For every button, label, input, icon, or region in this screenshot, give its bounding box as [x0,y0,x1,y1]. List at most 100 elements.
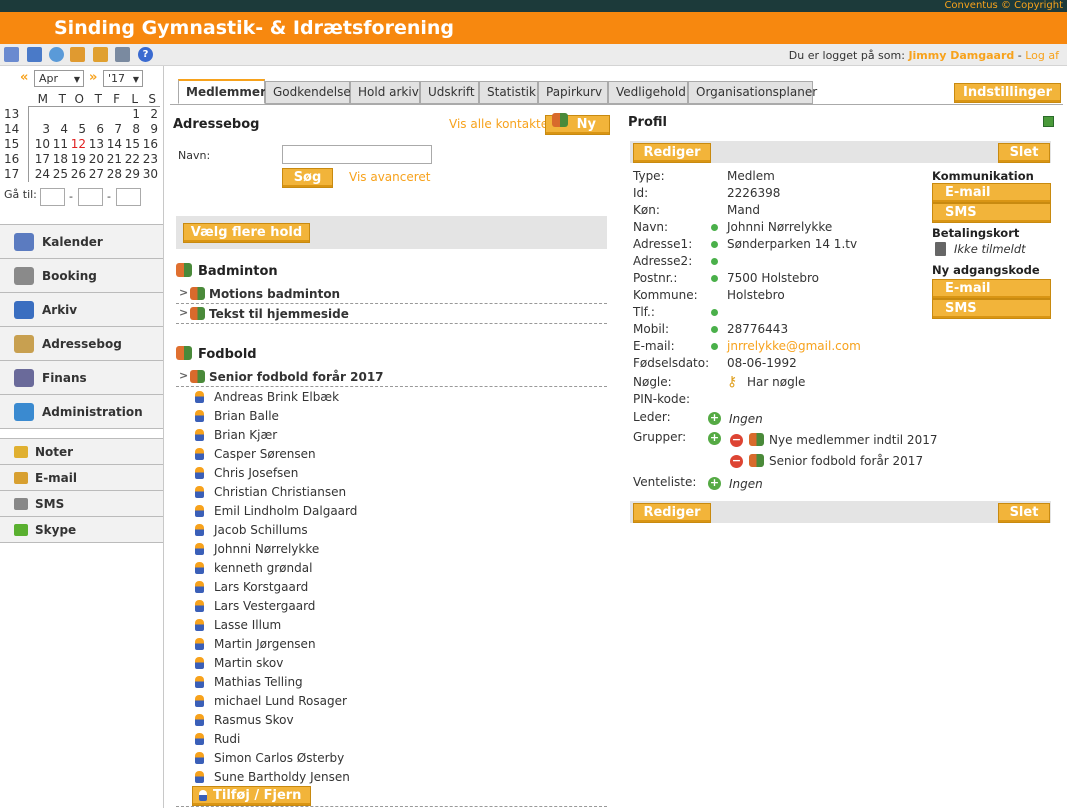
member-item[interactable]: Brian Kjær [192,426,592,445]
nav-item-e-mail[interactable]: E-mail [0,465,163,491]
member-item[interactable]: Simon Carlos Østerby [192,749,592,768]
select-teams-button[interactable]: Vælg flere hold [183,223,310,243]
nav-item-arkiv[interactable]: Arkiv [0,293,163,327]
refresh-icon[interactable] [49,47,64,62]
member-item[interactable]: Johnni Nørrelykke [192,540,592,559]
advanced-search-link[interactable]: Vis avanceret [349,170,431,184]
member-item[interactable]: michael Lund Rosager [192,692,592,711]
search-button[interactable]: Søg [282,168,333,188]
edit-button-top[interactable]: Rediger [633,143,711,163]
nav-item-skype[interactable]: Skype [0,517,163,543]
member-item[interactable]: Chris Josefsen [192,464,592,483]
home-icon[interactable] [70,47,85,62]
name-search-input[interactable] [282,145,432,164]
group-icon [176,346,192,360]
tab-papirkurv[interactable]: Papirkurv [538,81,608,104]
toolbar: ? Du er logget på som: Jimmy Damgaard - … [0,44,1067,66]
remove-group-icon[interactable]: − [730,434,743,447]
nav-item-administration[interactable]: Administration [0,395,163,429]
new-contact-button[interactable]: Ny [545,113,610,135]
communication-sms-button[interactable]: SMS [932,203,1051,223]
chevron-right-icon: > [179,286,189,299]
field-value: Medlem [727,169,775,183]
tab-statistik[interactable]: Statistik [479,81,538,104]
member-item[interactable]: Emil Lindholm Dalgaard [192,502,592,521]
group-title-fodbold[interactable]: Fodbold [176,346,257,362]
member-item[interactable]: Jacob Schillums [192,521,592,540]
tab-hold-arkiv[interactable]: Hold arkiv [350,81,420,104]
month-select[interactable]: Apr [34,70,84,87]
goto-day-input[interactable] [40,188,65,206]
delete-button-top[interactable]: Slet [998,143,1050,163]
show-all-contacts-link[interactable]: Vis alle kontakter [449,117,553,131]
computer-icon[interactable] [115,47,130,62]
member-item[interactable]: Christian Christiansen [192,483,592,502]
add-group-icon[interactable]: + [708,432,721,445]
member-item[interactable]: Martin Jørgensen [192,635,592,654]
nav-item-finans[interactable]: Finans [0,361,163,395]
person-icon [195,752,204,764]
week-number: 16 [4,152,20,166]
add-leader-icon[interactable]: + [708,412,721,425]
member-item[interactable]: Rudi [192,730,592,749]
remove-group-icon[interactable]: − [730,455,743,468]
team-icon [749,433,764,446]
member-item[interactable]: Lasse Illum [192,616,592,635]
save-icon[interactable] [93,47,108,62]
member-item[interactable]: Rasmus Skov [192,711,592,730]
member-item[interactable]: Andreas Brink Elbæk [192,388,592,407]
member-item[interactable]: Martin skov [192,654,592,673]
subgroup-tekst-hjemmeside[interactable]: > Tekst til hjemmeside [176,304,607,324]
next-month-icon[interactable]: » [89,70,97,85]
member-item[interactable]: kenneth grøndal [192,559,592,578]
nav-item-noter[interactable]: Noter [0,439,163,465]
nav-item-sms[interactable]: SMS [0,491,163,517]
add-waitlist-icon[interactable]: + [708,477,721,490]
communication-email-button[interactable]: E-mail [932,183,1051,203]
person-icon [195,581,204,593]
weekday-label: T [94,92,102,106]
year-select[interactable]: '17 [103,70,143,87]
calendar-icon[interactable] [4,47,19,62]
tab-medlemmer[interactable]: Medlemmer [178,79,266,104]
settings-button[interactable]: Indstillinger [954,83,1061,103]
member-name: Lasse Illum [214,618,282,632]
goto-year-input[interactable] [116,188,141,206]
tab-organisationsplaner[interactable]: Organisationsplaner [688,81,817,104]
delete-button-bottom[interactable]: Slet [998,503,1050,523]
member-item[interactable]: Mathias Telling [192,673,592,692]
nav-item-adressebog[interactable]: Adressebog [0,327,163,361]
goto-month-input[interactable] [78,188,103,206]
email-link[interactable]: jnrrelykke@gmail.com [727,339,861,353]
tab-vedligehold[interactable]: Vedligehold [608,81,688,104]
member-item[interactable]: Sune Bartholdy Jensen [192,768,592,787]
member-item[interactable]: Lars Vestergaard [192,597,592,616]
chevron-right-icon: > [179,306,189,319]
member-item[interactable]: Brian Balle [192,407,592,426]
export-icon[interactable] [1043,116,1054,127]
password-email-button[interactable]: E-mail [932,279,1051,299]
tab-godkendelse[interactable]: Godkendelse [265,81,351,104]
subgroup-motions-badminton[interactable]: > Motions badminton [176,284,607,304]
subgroup-senior-fodbold[interactable]: > Senior fodbold forår 2017 [176,367,607,387]
logged-in-user[interactable]: Jimmy Damgaard [908,49,1014,62]
edit-button-bottom[interactable]: Rediger [633,503,711,523]
copyright-text[interactable]: Conventus © Copyright [944,0,1063,11]
member-item[interactable]: Lars Korstgaard [192,578,592,597]
help-icon[interactable]: ? [138,47,153,62]
member-item[interactable]: Casper Sørensen [192,445,592,464]
logout-link[interactable]: Log af [1025,49,1059,62]
prev-month-icon[interactable]: « [20,70,28,85]
group-title-badminton[interactable]: Badminton [176,263,278,279]
nav-item-booking[interactable]: Booking [0,259,163,293]
password-sms-button[interactable]: SMS [932,299,1051,319]
group-item[interactable]: Senior fodbold forår 2017 [769,454,923,468]
member-name: Rasmus Skov [214,713,294,727]
swap-icon[interactable] [27,47,42,62]
add-remove-button[interactable]: Tilføj / Fjern [192,786,311,806]
tab-udskrift[interactable]: Udskrift [420,81,479,104]
person-icon [195,410,204,422]
nav-item-kalender[interactable]: Kalender [0,225,163,259]
status-dot-icon [711,258,718,265]
group-item[interactable]: Nye medlemmer indtil 2017 [769,433,937,447]
